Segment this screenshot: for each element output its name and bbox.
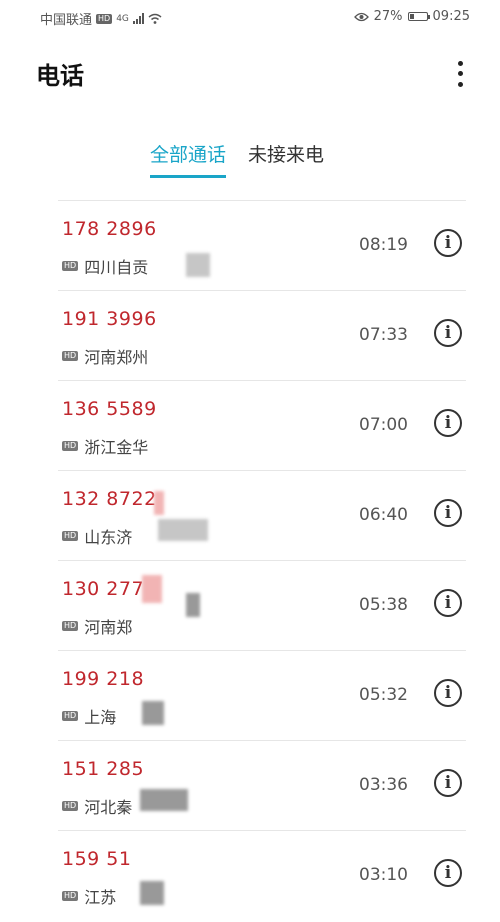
redaction-blur <box>140 881 164 905</box>
call-row[interactable]: 191 3996 HD 河南郑州 07:33 i <box>58 290 466 380</box>
call-row[interactable]: 136 5589 HD 浙江金华 07:00 i <box>58 380 466 470</box>
call-location-label: 河南郑州 <box>84 348 149 367</box>
redaction-blur <box>158 519 208 541</box>
battery-icon <box>407 12 430 21</box>
redaction-blur <box>142 701 164 725</box>
call-time: 03:36 <box>359 775 408 795</box>
call-location: HD 江苏 <box>62 884 116 908</box>
call-location-label: 上海 <box>84 708 117 727</box>
call-number: 191 3996 <box>62 308 157 330</box>
redaction-blur <box>186 253 210 277</box>
redaction-blur <box>140 789 188 811</box>
call-number: 136 5589 <box>62 398 157 420</box>
battery-fill <box>409 14 414 19</box>
wifi-icon <box>148 13 162 24</box>
call-location: HD 四川自贡 <box>62 254 148 278</box>
call-number: 151 285 <box>62 758 145 780</box>
network-type: 4G <box>116 13 129 24</box>
hd-icon: HD <box>62 801 79 811</box>
call-time: 08:19 <box>359 235 408 255</box>
redaction-blur <box>142 575 162 603</box>
status-time: 09:25 <box>432 9 470 24</box>
call-location-label: 四川自贡 <box>84 258 149 277</box>
battery-percent: 27% <box>373 9 403 24</box>
status-right: 27% 09:25 <box>353 9 470 24</box>
call-row[interactable]: 151 285 HD 河北秦 03:36 i <box>58 740 466 830</box>
call-time: 03:10 <box>359 865 408 885</box>
info-icon[interactable]: i <box>434 769 462 797</box>
call-time: 07:00 <box>359 415 408 435</box>
call-number: 130 277 <box>62 578 145 600</box>
info-icon[interactable]: i <box>434 679 462 707</box>
info-icon[interactable]: i <box>434 589 462 617</box>
call-location: HD 河北秦 <box>62 794 132 818</box>
tab-all-calls[interactable]: 全部通话 <box>150 140 227 178</box>
hd-icon: HD <box>62 621 79 631</box>
call-row[interactable]: 159 51 HD 江苏 03:10 i <box>58 830 466 920</box>
call-location: HD 浙江金华 <box>62 434 148 458</box>
call-row[interactable]: 178 2896 HD 四川自贡 08:19 i <box>58 200 466 290</box>
info-icon[interactable]: i <box>434 499 462 527</box>
call-time: 07:33 <box>359 325 408 345</box>
call-number: 132 8722 <box>62 488 157 510</box>
call-row[interactable]: 130 277 HD 河南郑 05:38 i <box>58 560 466 650</box>
call-number: 178 2896 <box>62 218 157 240</box>
hd-icon: HD <box>62 261 79 271</box>
info-icon[interactable]: i <box>434 229 462 257</box>
status-bar: 中国联通 HD 4G 27% 09:25 <box>0 0 500 34</box>
redaction-blur <box>186 593 200 617</box>
tab-missed-calls[interactable]: 未接来电 <box>248 140 324 178</box>
hd-icon: HD <box>62 711 79 721</box>
info-icon[interactable]: i <box>434 319 462 347</box>
carrier-name: 中国联通 <box>40 13 93 28</box>
hd-icon: HD <box>62 531 79 541</box>
eye-icon <box>353 12 369 21</box>
call-number: 159 51 <box>62 848 132 870</box>
hd-icon: HD <box>96 13 113 24</box>
hd-icon: HD <box>62 441 79 451</box>
call-row[interactable]: 132 8722 HD 山东济 06:40 i <box>58 470 466 560</box>
call-time: 05:38 <box>359 595 408 615</box>
call-location-label: 河北秦 <box>84 798 133 817</box>
more-vertical-icon[interactable] <box>450 58 470 90</box>
call-location-label: 浙江金华 <box>84 438 149 457</box>
call-location: HD 河南郑州 <box>62 344 148 368</box>
page-title: 电话 <box>36 62 84 90</box>
call-list: 178 2896 HD 四川自贡 08:19 i 191 3996 HD 河南郑… <box>58 200 466 920</box>
call-location: HD 河南郑 <box>62 614 132 638</box>
tab-bar: 全部通话 未接来电 <box>150 140 324 178</box>
redaction-blur <box>154 491 164 515</box>
call-row[interactable]: 199 218 HD 上海 05:32 i <box>58 650 466 740</box>
hd-icon: HD <box>62 891 79 901</box>
call-location-label: 河南郑 <box>84 618 133 637</box>
call-location: HD 上海 <box>62 704 116 728</box>
call-location-label: 江苏 <box>84 888 117 907</box>
hd-icon: HD <box>62 351 79 361</box>
info-icon[interactable]: i <box>434 859 462 887</box>
call-number: 199 218 <box>62 668 145 690</box>
info-icon[interactable]: i <box>434 409 462 437</box>
call-location-label: 山东济 <box>84 528 133 547</box>
signal-icon <box>132 13 144 24</box>
status-left: 中国联通 HD 4G <box>40 9 162 28</box>
call-location: HD 山东济 <box>62 524 132 548</box>
call-time: 06:40 <box>359 505 408 525</box>
call-time: 05:32 <box>359 685 408 705</box>
